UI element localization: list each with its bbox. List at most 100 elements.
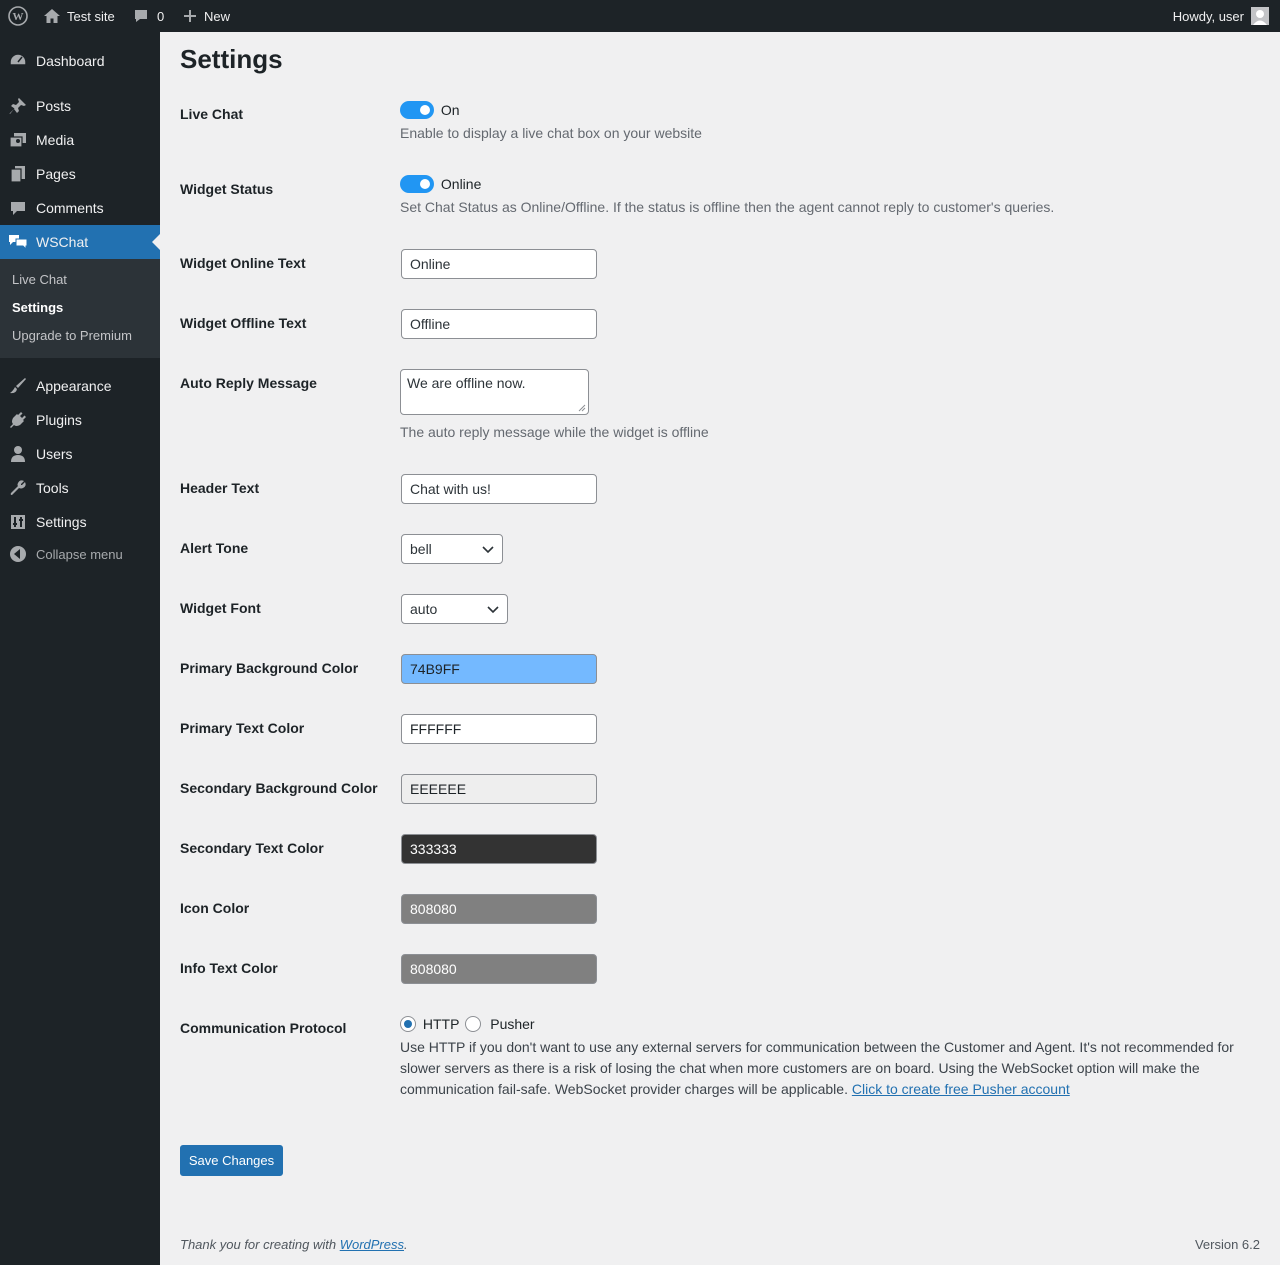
- secondary-text-color-input[interactable]: 333333: [401, 834, 597, 864]
- chevron-down-icon: [487, 601, 499, 617]
- comment-icon: [133, 8, 157, 24]
- sidebar-item-media[interactable]: Media: [0, 123, 160, 157]
- widget-status-control: Online: [400, 175, 482, 194]
- page-title: Settings: [180, 44, 283, 74]
- alert-tone-value: bell: [410, 541, 432, 557]
- icon-color-input[interactable]: 808080: [401, 894, 597, 924]
- alert-tone-select[interactable]: bell: [401, 534, 503, 564]
- live-chat-control: On: [400, 101, 460, 120]
- widget-status-label: Widget Status: [180, 181, 274, 197]
- comments-link[interactable]: 0: [133, 0, 164, 32]
- sidebar-item-label: Settings: [36, 514, 87, 530]
- widget-status-toggle-label: Online: [440, 176, 482, 193]
- live-chat-toggle[interactable]: [400, 101, 434, 120]
- wordpress-logo-icon[interactable]: W: [5, 0, 31, 32]
- sidebar-item-label: Media: [36, 132, 75, 148]
- info-text-color-label: Info Text Color: [180, 960, 278, 976]
- admin-bar: W Test site 0 New Howdy, user: [0, 0, 1280, 32]
- communication-protocol-label: Communication Protocol: [180, 1020, 347, 1036]
- protocol-description-text: Use HTTP if you don't want to use any ex…: [400, 1039, 1234, 1097]
- sidebar-item-pages[interactable]: Pages: [0, 157, 160, 191]
- main-content: Settings Live Chat On Enable to display …: [160, 32, 1280, 1265]
- sidebar-item-settings[interactable]: Settings: [0, 505, 160, 539]
- primary-bg-color-label: Primary Background Color: [180, 660, 359, 676]
- footer-thanks-suffix: .: [404, 1237, 408, 1252]
- protocol-pusher-radio[interactable]: [465, 1016, 482, 1033]
- protocol-radio-group: HTTP Pusher: [400, 1015, 535, 1033]
- sidebar-item-dashboard[interactable]: Dashboard: [0, 44, 160, 78]
- protocol-description: Use HTTP if you don't want to use any ex…: [400, 1037, 1275, 1100]
- sidebar-item-label: WSChat: [36, 234, 89, 250]
- sidebar-item-tools[interactable]: Tools: [0, 471, 160, 505]
- dashboard-icon: [0, 52, 36, 70]
- auto-reply-textarea[interactable]: We are offline now.: [400, 369, 589, 415]
- footer-version: Version 6.2: [1194, 1237, 1260, 1252]
- protocol-pusher-label: Pusher: [490, 1016, 535, 1033]
- plus-icon: [183, 9, 204, 23]
- media-icon: [0, 131, 36, 149]
- sidebar-item-label: Plugins: [36, 412, 82, 428]
- new-content-link[interactable]: New: [183, 0, 230, 32]
- collapse-menu-button[interactable]: Collapse menu: [0, 537, 160, 571]
- primary-text-color-label: Primary Text Color: [180, 720, 305, 736]
- comments-count: 0: [157, 8, 165, 24]
- protocol-http-label: HTTP: [422, 1016, 460, 1033]
- alert-tone-label: Alert Tone: [180, 540, 249, 556]
- icon-color-label: Icon Color: [180, 900, 250, 916]
- sidebar-item-label: Users: [36, 446, 73, 462]
- admin-menu: Dashboard Posts Media Pages Comments WSC…: [0, 32, 160, 1265]
- widget-online-text-input[interactable]: Online: [401, 249, 597, 279]
- footer-thanks: Thank you for creating with WordPress.: [180, 1237, 408, 1252]
- new-label: New: [204, 8, 231, 24]
- comment-icon: [0, 199, 36, 217]
- site-name-link[interactable]: Test site: [43, 0, 115, 32]
- widget-offline-text-label: Widget Offline Text: [180, 315, 307, 331]
- widget-font-value: auto: [410, 601, 438, 617]
- sidebar-item-appearance[interactable]: Appearance: [0, 369, 160, 403]
- widget-offline-text-input[interactable]: Offline: [401, 309, 597, 339]
- wschat-submenu: Live Chat Settings Upgrade to Premium: [0, 259, 160, 358]
- sidebar-item-wschat[interactable]: WSChat: [0, 225, 160, 259]
- live-chat-toggle-label: On: [440, 102, 460, 119]
- info-text-color-input[interactable]: 808080: [401, 954, 597, 984]
- sliders-icon: [0, 513, 36, 531]
- sidebar-item-plugins[interactable]: Plugins: [0, 403, 160, 437]
- primary-text-color-input[interactable]: FFFFFF: [401, 714, 597, 744]
- my-account-link[interactable]: Howdy, user: [1173, 0, 1269, 32]
- submenu-item-live-chat[interactable]: Live Chat: [12, 272, 67, 287]
- sidebar-item-posts[interactable]: Posts: [0, 89, 160, 123]
- submenu-item-upgrade[interactable]: Upgrade to Premium: [12, 328, 132, 343]
- user-icon: [0, 445, 36, 463]
- sidebar-item-users[interactable]: Users: [0, 437, 160, 471]
- home-icon: [43, 8, 67, 24]
- widget-status-description: Set Chat Status as Online/Offline. If th…: [400, 199, 1055, 215]
- site-name-label: Test site: [67, 8, 115, 24]
- secondary-text-color-label: Secondary Text Color: [180, 840, 324, 856]
- resize-handle-icon[interactable]: [578, 404, 586, 412]
- auto-reply-label: Auto Reply Message: [180, 375, 317, 391]
- submenu-item-settings[interactable]: Settings: [12, 300, 63, 315]
- secondary-bg-color-input[interactable]: EEEEEE: [401, 774, 597, 804]
- live-chat-label: Live Chat: [180, 106, 244, 122]
- widget-status-toggle[interactable]: [400, 175, 434, 194]
- widget-font-select[interactable]: auto: [401, 594, 508, 624]
- sidebar-item-label: Posts: [36, 98, 72, 114]
- footer-thanks-prefix: Thank you for creating with: [180, 1237, 337, 1252]
- chat-icon: [0, 233, 36, 251]
- primary-bg-color-input[interactable]: 74B9FF: [401, 654, 597, 684]
- wordpress-link[interactable]: WordPress: [340, 1237, 404, 1252]
- collapse-arrow-icon: [0, 545, 36, 563]
- pin-icon: [0, 97, 36, 115]
- auto-reply-description: The auto reply message while the widget …: [400, 424, 709, 440]
- create-pusher-account-link[interactable]: Click to create free Pusher account: [852, 1081, 1070, 1097]
- sidebar-item-comments[interactable]: Comments: [0, 191, 160, 225]
- live-chat-description: Enable to display a live chat box on you…: [400, 125, 702, 141]
- save-changes-button[interactable]: Save Changes: [180, 1145, 283, 1176]
- header-text-input[interactable]: Chat with us!: [401, 474, 597, 504]
- header-text-label: Header Text: [180, 480, 260, 496]
- protocol-http-radio[interactable]: [400, 1016, 416, 1033]
- avatar: [1251, 7, 1269, 25]
- sidebar-item-label: Dashboard: [36, 53, 105, 69]
- widget-font-label: Widget Font: [180, 600, 261, 616]
- chevron-down-icon: [482, 541, 494, 557]
